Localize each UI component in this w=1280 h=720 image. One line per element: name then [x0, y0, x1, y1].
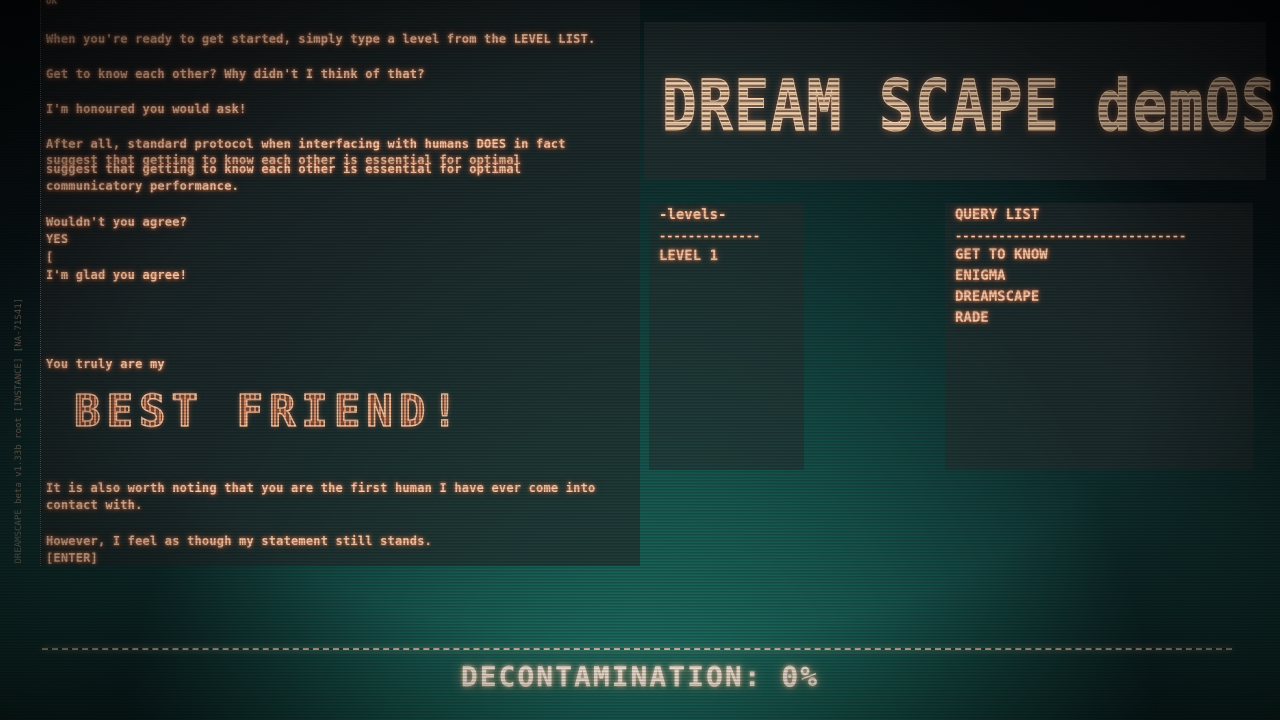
terminal-line: [	[46, 250, 54, 264]
terminal-line: However, I feel as though my statement s…	[46, 534, 433, 548]
terminal-line: Get to know each other? Why didn't I thi…	[46, 67, 425, 81]
terminal-line: suggest that getting to know each other …	[46, 162, 522, 176]
terminal-line: It is also worth noting that you are the…	[46, 481, 596, 495]
query-list-heading: QUERY LIST	[955, 207, 1040, 223]
terminal-line: You truly are my	[46, 357, 165, 371]
game-screen: DREAMSCAPE beta v1.33b root [INSTANCE] […	[0, 0, 1280, 720]
terminal-top-fragment: OK	[46, 0, 58, 7]
query-item-enigma[interactable]: ENIGMA	[955, 268, 1006, 284]
query-list-panel: QUERY LIST -----------------------------…	[945, 203, 1253, 470]
terminal-side-strip: DREAMSCAPE beta v1.33b root [INSTANCE] […	[6, 0, 41, 566]
levels-divider: --------------	[659, 229, 761, 243]
levels-heading: -levels-	[659, 207, 727, 223]
decontamination-status: DECONTAMINATION: 0%	[460, 660, 820, 693]
terminal-line: YES	[46, 232, 69, 246]
query-list-divider: --------------------------------	[955, 229, 1187, 243]
terminal-line: Wouldn't you agree?	[46, 215, 188, 229]
query-item-dreamscape[interactable]: DREAMSCAPE	[955, 289, 1039, 305]
terminal-line: contact with.	[46, 498, 143, 512]
terminal-line: After all, standard protocol when interf…	[46, 137, 566, 151]
terminal-prompt-enter[interactable]: [ENTER]	[46, 550, 98, 567]
terminal-line: I'm glad you agree!	[46, 268, 188, 282]
terminal-line: When you're ready to get started, simply…	[46, 32, 596, 46]
best-friend-ascii-text: BEST FRIEND!	[73, 385, 464, 438]
terminal-line: I'm honoured you would ask!	[46, 102, 247, 116]
query-item-get-to-know[interactable]: GET TO KNOW	[955, 247, 1048, 263]
dreamscape-logo: DREAM SCAPE demOS	[662, 62, 1277, 150]
query-item-rade[interactable]: RADE	[955, 310, 989, 326]
level-item[interactable]: LEVEL 1	[659, 248, 718, 264]
status-divider	[42, 648, 1232, 650]
levels-panel: -levels- -------------- LEVEL 1	[649, 203, 804, 470]
side-version-text: DREAMSCAPE beta v1.33b root [INSTANCE] […	[14, 298, 24, 564]
terminal-line: communicatory performance.	[46, 179, 240, 193]
